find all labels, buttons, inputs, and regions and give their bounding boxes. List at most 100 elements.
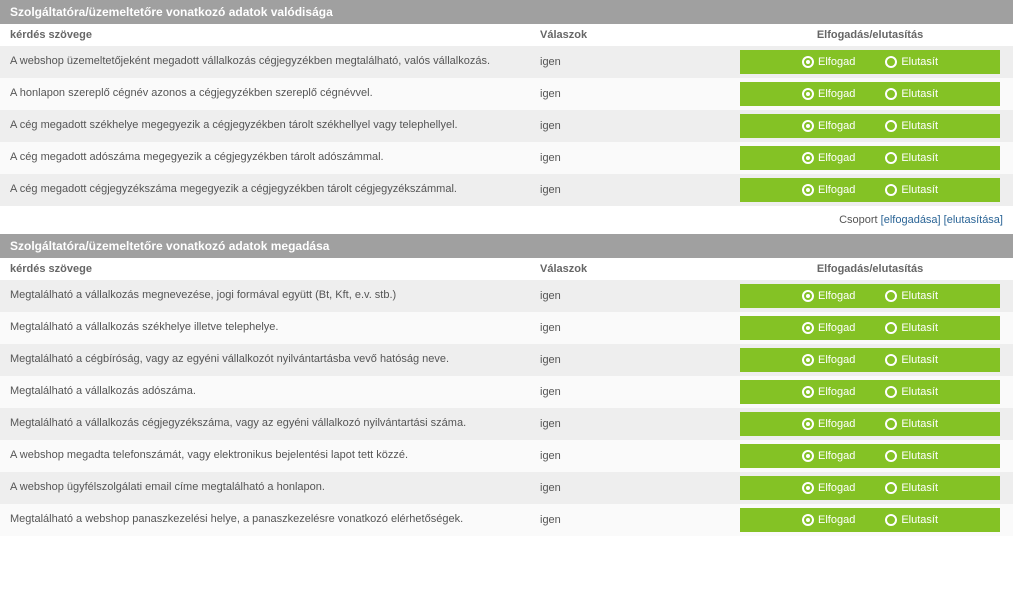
reject-radio[interactable] bbox=[885, 354, 897, 366]
accept-radio[interactable] bbox=[802, 482, 814, 494]
answer-text: igen bbox=[540, 418, 740, 430]
accept-option[interactable]: Elfogad bbox=[802, 514, 855, 526]
reject-label: Elutasít bbox=[901, 354, 938, 366]
reject-option[interactable]: Elutasít bbox=[885, 184, 938, 196]
reject-label: Elutasít bbox=[901, 386, 938, 398]
table-row: Megtalálható a vállalkozás cégjegyzékszá… bbox=[0, 408, 1013, 440]
question-text: A webshop üzemeltetőjeként megadott váll… bbox=[0, 54, 540, 69]
reject-option[interactable]: Elutasít bbox=[885, 322, 938, 334]
decision-cell: Elfogad Elutasít bbox=[740, 50, 1000, 74]
answer-text: igen bbox=[540, 450, 740, 462]
section: Szolgáltatóra/üzemeltetőre vonatkozó ada… bbox=[0, 0, 1013, 206]
group-actions: Csoport [elfogadása] [elutasítása] bbox=[0, 210, 1013, 234]
reject-radio[interactable] bbox=[885, 386, 897, 398]
reject-radio[interactable] bbox=[885, 290, 897, 302]
reject-label: Elutasít bbox=[901, 450, 938, 462]
accept-label: Elfogad bbox=[818, 184, 855, 196]
table-row: A cég megadott adószáma megegyezik a cég… bbox=[0, 142, 1013, 174]
accept-option[interactable]: Elfogad bbox=[802, 120, 855, 132]
answer-text: igen bbox=[540, 152, 740, 164]
accept-radio[interactable] bbox=[802, 450, 814, 462]
accept-radio[interactable] bbox=[802, 56, 814, 68]
reject-radio[interactable] bbox=[885, 152, 897, 164]
reject-radio[interactable] bbox=[885, 322, 897, 334]
accept-option[interactable]: Elfogad bbox=[802, 418, 855, 430]
reject-option[interactable]: Elutasít bbox=[885, 56, 938, 68]
table-row: Megtalálható a cégbíróság, vagy az egyén… bbox=[0, 344, 1013, 376]
accept-option[interactable]: Elfogad bbox=[802, 152, 855, 164]
question-text: A cég megadott adószáma megegyezik a cég… bbox=[0, 150, 540, 165]
reject-radio[interactable] bbox=[885, 418, 897, 430]
reject-radio[interactable] bbox=[885, 88, 897, 100]
accept-option[interactable]: Elfogad bbox=[802, 386, 855, 398]
question-text: A webshop ügyfélszolgálati email címe me… bbox=[0, 480, 540, 495]
accept-radio[interactable] bbox=[802, 322, 814, 334]
reject-radio[interactable] bbox=[885, 184, 897, 196]
accept-option[interactable]: Elfogad bbox=[802, 322, 855, 334]
table-row: Megtalálható a vállalkozás megnevezése, … bbox=[0, 280, 1013, 312]
reject-radio[interactable] bbox=[885, 514, 897, 526]
accept-label: Elfogad bbox=[818, 418, 855, 430]
group-reject-link[interactable]: [elutasítása] bbox=[944, 214, 1003, 226]
reject-option[interactable]: Elutasít bbox=[885, 290, 938, 302]
reject-option[interactable]: Elutasít bbox=[885, 386, 938, 398]
accept-label: Elfogad bbox=[818, 56, 855, 68]
accept-option[interactable]: Elfogad bbox=[802, 482, 855, 494]
accept-radio[interactable] bbox=[802, 514, 814, 526]
accept-radio[interactable] bbox=[802, 418, 814, 430]
reject-label: Elutasít bbox=[901, 418, 938, 430]
reject-option[interactable]: Elutasít bbox=[885, 418, 938, 430]
table-row: A webshop ügyfélszolgálati email címe me… bbox=[0, 472, 1013, 504]
answer-text: igen bbox=[540, 184, 740, 196]
answer-text: igen bbox=[540, 322, 740, 334]
decision-cell: Elfogad Elutasít bbox=[740, 380, 1000, 404]
table-row: A webshop üzemeltetőjeként megadott váll… bbox=[0, 46, 1013, 78]
reject-radio[interactable] bbox=[885, 120, 897, 132]
reject-radio[interactable] bbox=[885, 56, 897, 68]
accept-option[interactable]: Elfogad bbox=[802, 290, 855, 302]
accept-option[interactable]: Elfogad bbox=[802, 88, 855, 100]
accept-option[interactable]: Elfogad bbox=[802, 354, 855, 366]
accept-option[interactable]: Elfogad bbox=[802, 56, 855, 68]
table-row: Megtalálható a vállalkozás székhelye ill… bbox=[0, 312, 1013, 344]
question-text: Megtalálható a vállalkozás megnevezése, … bbox=[0, 288, 540, 303]
accept-label: Elfogad bbox=[818, 354, 855, 366]
accept-label: Elfogad bbox=[818, 386, 855, 398]
accept-label: Elfogad bbox=[818, 120, 855, 132]
reject-option[interactable]: Elutasít bbox=[885, 120, 938, 132]
reject-option[interactable]: Elutasít bbox=[885, 482, 938, 494]
reject-label: Elutasít bbox=[901, 290, 938, 302]
question-text: Megtalálható a vállalkozás cégjegyzékszá… bbox=[0, 416, 540, 431]
reject-label: Elutasít bbox=[901, 482, 938, 494]
accept-option[interactable]: Elfogad bbox=[802, 184, 855, 196]
accept-radio[interactable] bbox=[802, 152, 814, 164]
accept-radio[interactable] bbox=[802, 290, 814, 302]
question-text: Megtalálható a vállalkozás székhelye ill… bbox=[0, 320, 540, 335]
table-row: A webshop megadta telefonszámát, vagy el… bbox=[0, 440, 1013, 472]
reject-option[interactable]: Elutasít bbox=[885, 450, 938, 462]
answer-text: igen bbox=[540, 120, 740, 132]
reject-option[interactable]: Elutasít bbox=[885, 152, 938, 164]
group-accept-link[interactable]: [elfogadása] bbox=[881, 214, 941, 226]
accept-radio[interactable] bbox=[802, 88, 814, 100]
column-header-answers: Válaszok bbox=[540, 263, 740, 275]
reject-option[interactable]: Elutasít bbox=[885, 354, 938, 366]
column-header-decision: Elfogadás/elutasítás bbox=[740, 29, 1000, 41]
reject-radio[interactable] bbox=[885, 482, 897, 494]
decision-cell: Elfogad Elutasít bbox=[740, 316, 1000, 340]
accept-radio[interactable] bbox=[802, 386, 814, 398]
accept-radio[interactable] bbox=[802, 354, 814, 366]
answer-text: igen bbox=[540, 386, 740, 398]
column-header-question: kérdés szövege bbox=[0, 29, 540, 41]
reject-option[interactable]: Elutasít bbox=[885, 514, 938, 526]
reject-radio[interactable] bbox=[885, 450, 897, 462]
decision-cell: Elfogad Elutasít bbox=[740, 508, 1000, 532]
accept-radio[interactable] bbox=[802, 120, 814, 132]
reject-option[interactable]: Elutasít bbox=[885, 88, 938, 100]
accept-radio[interactable] bbox=[802, 184, 814, 196]
reject-label: Elutasít bbox=[901, 152, 938, 164]
accept-option[interactable]: Elfogad bbox=[802, 450, 855, 462]
accept-label: Elfogad bbox=[818, 88, 855, 100]
table-row: A cég megadott cégjegyzékszáma megegyezi… bbox=[0, 174, 1013, 206]
table-row: A honlapon szereplő cégnév azonos a cégj… bbox=[0, 78, 1013, 110]
